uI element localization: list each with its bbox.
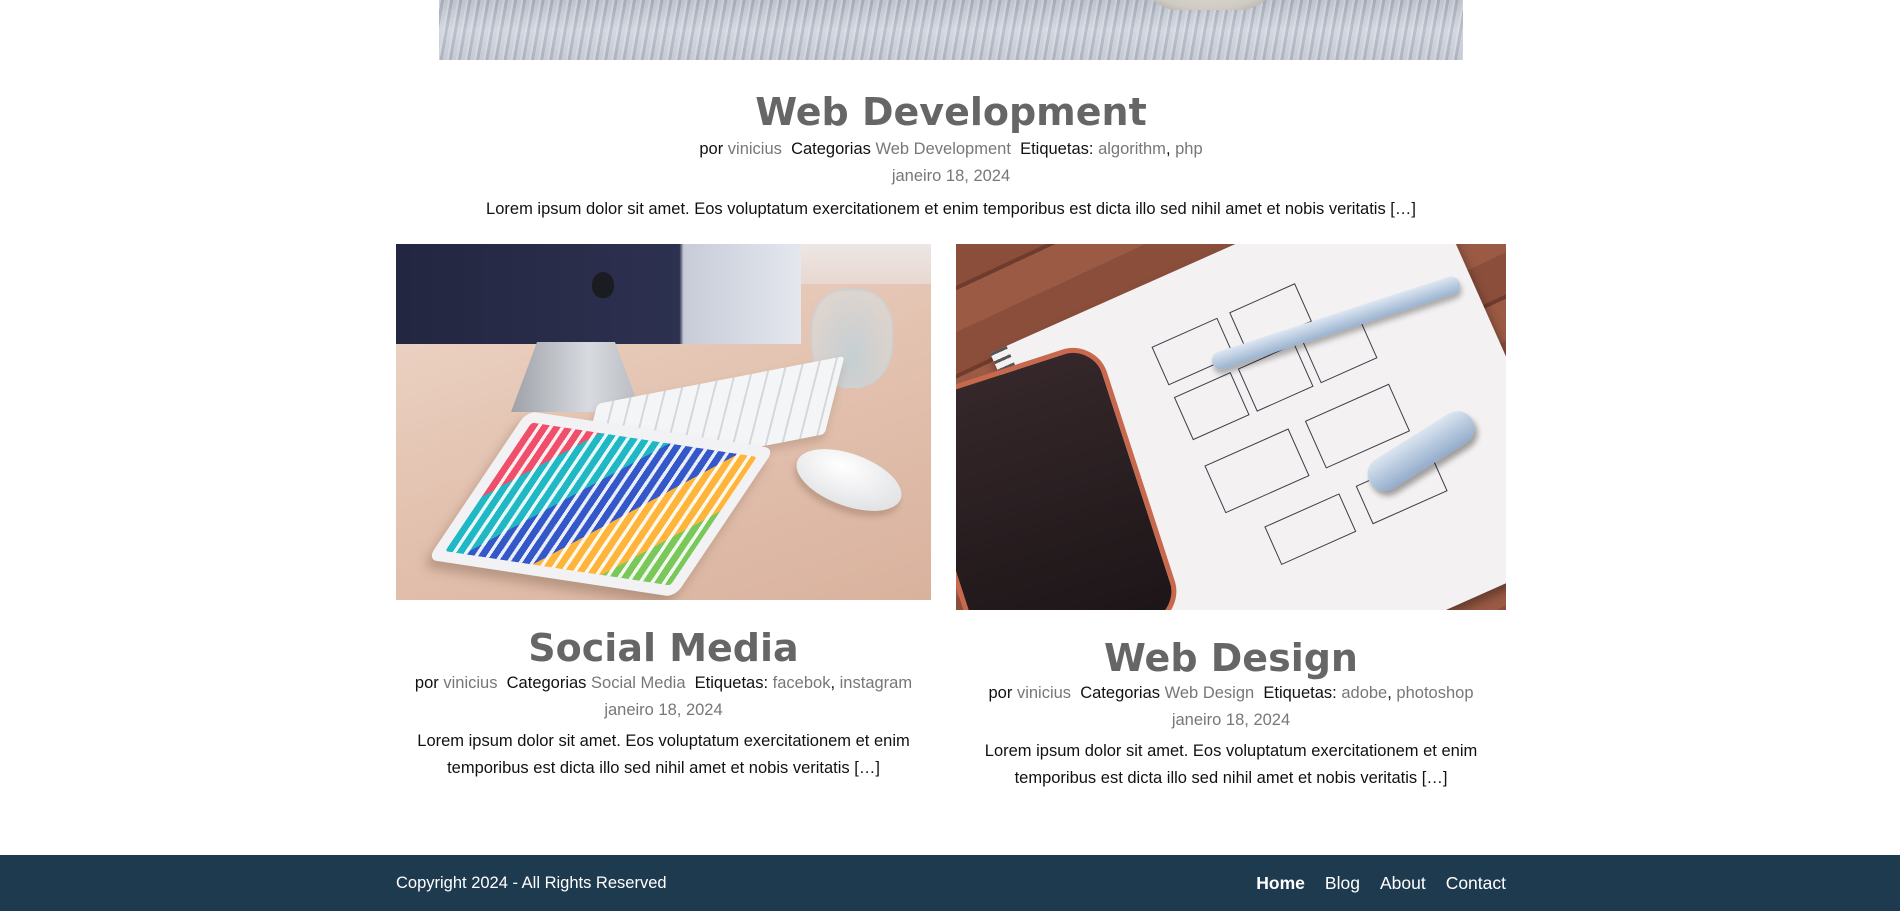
- categories-label: Categorias: [506, 674, 587, 692]
- post-date: janeiro 18, 2024: [1171, 711, 1291, 729]
- post-title[interactable]: Web Development: [439, 90, 1463, 134]
- by-label: por: [988, 684, 1013, 702]
- wireframe-sketch-photo: [956, 244, 1506, 610]
- coffee-mug-image: [1139, 0, 1279, 10]
- footer-nav-contact[interactable]: Contact: [1446, 873, 1506, 894]
- tag-link[interactable]: algorithm: [1098, 140, 1166, 158]
- tag-separator: ,: [1387, 684, 1392, 702]
- footer-nav-home[interactable]: Home: [1256, 873, 1305, 894]
- by-label: por: [699, 140, 724, 158]
- post-title[interactable]: Social Media: [396, 626, 931, 670]
- categories-label: Categorias: [791, 140, 871, 158]
- post-title[interactable]: Web Design: [956, 636, 1506, 680]
- featured-post: Web Development por vinicius Categorias …: [439, 60, 1463, 223]
- apple-logo-icon: [592, 272, 614, 298]
- tag-link[interactable]: instagram: [840, 674, 912, 692]
- tag-link[interactable]: photoshop: [1396, 684, 1473, 702]
- post-card-web-design: Web Design por vinicius Categorias Web D…: [956, 244, 1506, 792]
- desk-tablet-photo: [396, 244, 931, 600]
- post-date: janeiro 18, 2024: [604, 701, 723, 719]
- tag-separator: ,: [830, 674, 836, 692]
- tag-link[interactable]: adobe: [1341, 684, 1387, 702]
- tag-separator: ,: [1165, 140, 1171, 158]
- post-meta: por vinicius Categorias Social Media Eti…: [396, 670, 931, 697]
- footer-nav-about[interactable]: About: [1380, 873, 1426, 894]
- post-thumbnail[interactable]: [956, 244, 1506, 610]
- author-link[interactable]: vinicius: [728, 140, 782, 158]
- mouse-image: [788, 436, 910, 524]
- footer-nav-blog[interactable]: Blog: [1325, 873, 1360, 894]
- post-meta: por vinicius Categorias Web Development …: [439, 136, 1463, 163]
- post-excerpt: Lorem ipsum dolor sit amet. Eos voluptat…: [417, 732, 910, 777]
- by-label: por: [414, 674, 439, 692]
- post-card-social-media: Social Media por vinicius Categorias Soc…: [396, 244, 931, 782]
- post-excerpt: Lorem ipsum dolor sit amet. Eos voluptat…: [486, 200, 1416, 218]
- tags-label: Etiquetas:: [1263, 684, 1337, 702]
- category-link[interactable]: Social Media: [591, 674, 685, 692]
- post-date: janeiro 18, 2024: [891, 167, 1011, 185]
- author-link[interactable]: vinicius: [443, 674, 497, 692]
- categories-label: Categorias: [1080, 684, 1161, 702]
- tag-link[interactable]: facebok: [773, 674, 831, 692]
- tags-label: Etiquetas:: [1020, 140, 1094, 158]
- footer-nav: Home Blog About Contact: [1256, 855, 1506, 911]
- author-link[interactable]: vinicius: [1017, 684, 1071, 702]
- site-footer: Copyright 2024 - All Rights Reserved Hom…: [0, 855, 1900, 911]
- featured-post-image[interactable]: [439, 0, 1463, 60]
- post-thumbnail[interactable]: [396, 244, 931, 600]
- category-link[interactable]: Web Development: [875, 140, 1010, 158]
- copyright-text: Copyright 2024 - All Rights Reserved: [396, 874, 667, 892]
- category-link[interactable]: Web Design: [1165, 684, 1255, 702]
- tags-label: Etiquetas:: [694, 674, 769, 692]
- post-meta: por vinicius Categorias Web Design Etiqu…: [956, 680, 1506, 707]
- tag-link[interactable]: php: [1175, 140, 1203, 158]
- post-excerpt: Lorem ipsum dolor sit amet. Eos voluptat…: [984, 742, 1478, 787]
